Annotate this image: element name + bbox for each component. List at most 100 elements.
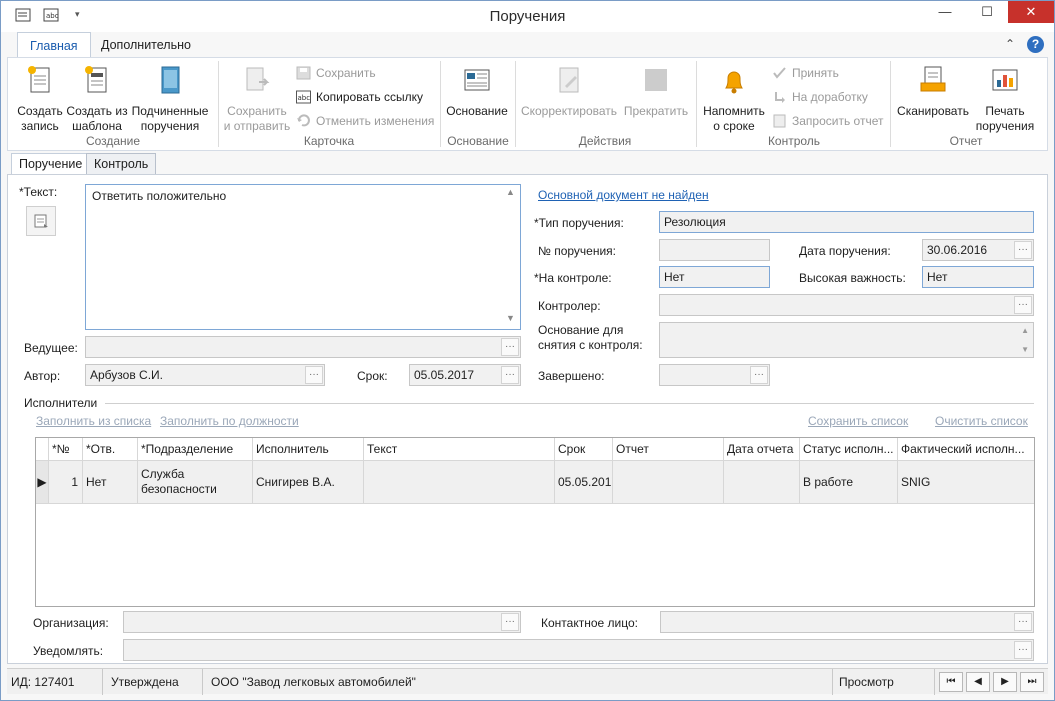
remind-deadline-button[interactable]: Напомнить о сроке	[698, 64, 770, 134]
first-record-icon[interactable]: ⏮	[939, 672, 963, 692]
clear-list-link[interactable]: Очистить список	[935, 414, 1028, 428]
controller-label: Контролер:	[538, 299, 601, 313]
tab-order[interactable]: Поручение	[11, 153, 91, 175]
bell-icon	[725, 71, 743, 94]
basis-button[interactable]: Основание	[444, 64, 510, 119]
on-control-field[interactable]: Нет	[659, 266, 770, 288]
maximize-button[interactable]: ☐	[970, 1, 1004, 23]
table-cell: 05.05.2017	[555, 461, 613, 503]
undo-icon	[297, 114, 310, 127]
order-date-picker-button[interactable]: ···	[1014, 241, 1032, 259]
floppy-icon	[296, 66, 311, 80]
organization-select-button[interactable]: ···	[501, 613, 519, 631]
author-select-button[interactable]: ···	[305, 366, 323, 384]
author-field[interactable]: Арбузов С.И. ···	[85, 364, 325, 386]
column-header[interactable]: Статус исполн...	[800, 438, 898, 460]
view-mode: Просмотр	[835, 669, 935, 695]
record-organization: ООО "Завод легковых автомобилей"	[207, 669, 833, 695]
order-date-field[interactable]: 30.06.2016 ···	[922, 239, 1034, 261]
create-from-template-button[interactable]: Создать из шаблона	[66, 64, 128, 134]
table-cell: Служба безопасности	[138, 461, 253, 503]
collapse-ribbon-icon[interactable]: ⌃	[1005, 37, 1015, 51]
help-icon[interactable]: ?	[1027, 36, 1044, 53]
copy-link-button[interactable]: abc Копировать ссылку	[296, 87, 423, 107]
notify-field[interactable]: ···	[123, 639, 1034, 661]
create-record-button[interactable]: Создать запись	[14, 64, 66, 134]
column-header[interactable]: Срок	[555, 438, 613, 460]
column-header[interactable]: Текст	[364, 438, 555, 460]
check-icon	[773, 67, 786, 79]
column-header[interactable]: Отчет	[613, 438, 724, 460]
record-state: Утверждена	[107, 669, 203, 695]
scan-button[interactable]: Сканировать	[894, 64, 972, 119]
correct-button[interactable]: Скорректировать	[520, 64, 618, 119]
row-indicator-header	[36, 438, 49, 460]
lead-field[interactable]: ···	[85, 336, 521, 358]
deadline-picker-button[interactable]: ···	[501, 366, 519, 384]
svg-text:abc: abc	[298, 94, 311, 102]
return-arrow-icon	[775, 92, 785, 103]
order-type-field[interactable]: Резолюция	[659, 211, 1034, 233]
save-list-link[interactable]: Сохранить список	[808, 414, 908, 428]
on-control-label: *На контроле:	[534, 271, 612, 285]
ribbon-separator	[890, 61, 891, 147]
order-number-field[interactable]	[659, 239, 770, 261]
text-template-button[interactable]	[26, 206, 56, 236]
table-cell	[613, 461, 724, 503]
next-record-icon[interactable]: ▶	[993, 672, 1017, 692]
close-button[interactable]: ✕	[1008, 1, 1054, 23]
ribbon-tab-main[interactable]: Главная	[17, 32, 91, 58]
control-removal-basis-field[interactable]: ▲ ▼	[659, 322, 1034, 358]
minimize-button[interactable]: —	[928, 1, 962, 23]
request-report-button[interactable]: Запросить отчет	[772, 111, 883, 131]
text-label: *Текст:	[19, 185, 58, 199]
cancel-changes-button[interactable]: Отменить изменения	[296, 111, 434, 131]
controller-field[interactable]: ···	[659, 294, 1034, 316]
notify-select-button[interactable]: ···	[1014, 641, 1032, 659]
scroll-down-icon[interactable]: ▼	[506, 313, 515, 323]
print-order-button[interactable]: Печать поручения	[972, 64, 1038, 134]
to-rework-button[interactable]: На доработку	[772, 87, 868, 107]
new-document-icon	[28, 66, 50, 93]
save-and-send-button[interactable]: Сохранить и отправить	[222, 64, 292, 134]
accept-button[interactable]: Принять	[772, 63, 839, 83]
order-date-label: Дата поручения:	[799, 244, 891, 258]
lead-select-button[interactable]: ···	[501, 338, 519, 356]
column-header[interactable]: Фактический исполн...	[898, 438, 1034, 460]
stop-icon	[645, 69, 667, 91]
column-header[interactable]: *№	[49, 438, 83, 460]
scroll-up-icon[interactable]: ▲	[1021, 326, 1029, 335]
column-header[interactable]: Дата отчета	[724, 438, 800, 460]
scanner-icon	[920, 66, 946, 92]
fill-from-list-link[interactable]: Заполнить из списка	[36, 414, 151, 428]
organization-field[interactable]: ···	[123, 611, 521, 633]
scroll-up-icon[interactable]: ▲	[506, 187, 515, 197]
ribbon-tab-additional[interactable]: Дополнительно	[89, 32, 203, 58]
completed-field[interactable]: ···	[659, 364, 770, 386]
column-header[interactable]: *Подразделение	[138, 438, 253, 460]
main-document-link[interactable]: Основной документ не найден	[538, 188, 709, 202]
subordinate-orders-button[interactable]: Подчиненные поручения	[130, 64, 210, 134]
author-label: Автор:	[24, 369, 61, 383]
scroll-down-icon[interactable]: ▼	[1021, 345, 1029, 354]
contact-person-field[interactable]: ···	[660, 611, 1034, 633]
organization-label: Организация:	[33, 616, 109, 630]
controller-select-button[interactable]: ···	[1014, 296, 1032, 314]
fill-by-position-link[interactable]: Заполнить по должности	[160, 414, 299, 428]
last-record-icon[interactable]: ⏭	[1020, 672, 1044, 692]
text-textarea[interactable]: Ответить положительно	[85, 184, 521, 330]
stop-button[interactable]: Прекратить	[620, 64, 692, 119]
column-header[interactable]: Исполнитель	[253, 438, 364, 460]
tab-control[interactable]: Контроль	[86, 153, 157, 174]
contact-person-select-button[interactable]: ···	[1014, 613, 1032, 631]
completed-picker-button[interactable]: ···	[750, 366, 768, 384]
document-basis-icon	[464, 69, 490, 91]
deadline-field[interactable]: 05.05.2017 ···	[409, 364, 521, 386]
executors-table: *№ *Отв. *Подразделение Исполнитель Текс…	[35, 437, 1035, 607]
column-header[interactable]: *Отв.	[83, 438, 138, 460]
previous-record-icon[interactable]: ◀	[966, 672, 990, 692]
high-importance-field[interactable]: Нет	[922, 266, 1034, 288]
control-removal-basis-label: Основание для снятия с контроля:	[538, 323, 643, 352]
title-bar: abc ▾ Поручения — ☐ ✕	[1, 1, 1054, 32]
save-button[interactable]: Сохранить	[296, 63, 376, 83]
